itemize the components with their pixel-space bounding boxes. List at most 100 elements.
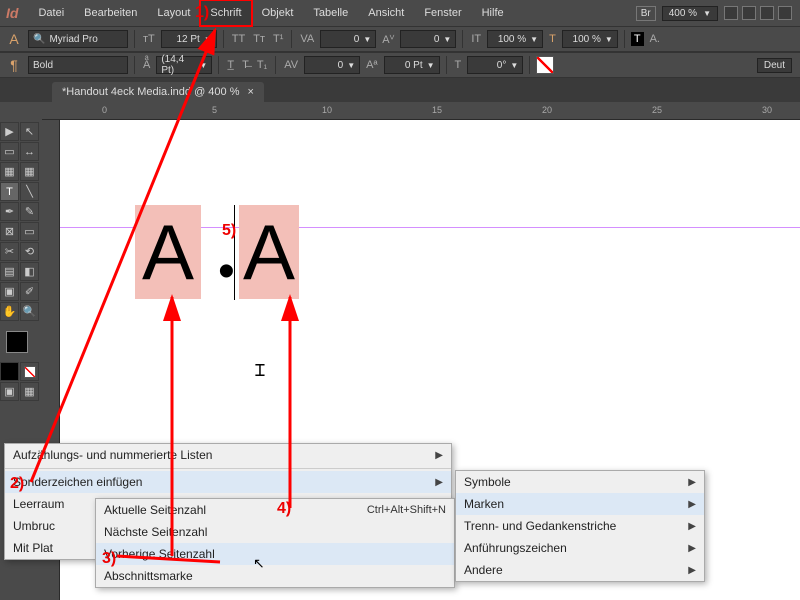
view-mode-icon[interactable] [742, 6, 756, 20]
menu-quotes[interactable]: Anführungszeichen▶ [456, 537, 704, 559]
language-field[interactable]: Deut [757, 58, 792, 73]
free-transform-tool[interactable]: ⟲ [20, 242, 39, 261]
menu-list-bullets[interactable]: Aufzählungs- und nummerierte Listen▶ [5, 444, 451, 466]
document-tab-title: *Handout 4eck Media.indd @ 400 % [62, 86, 240, 98]
rectangle-frame-tool[interactable]: ⊠ [0, 222, 19, 241]
chevron-right-icon: ▶ [688, 565, 696, 576]
preview-view-icon[interactable]: ▦ [20, 382, 39, 401]
apply-color-icon[interactable] [0, 362, 19, 381]
content-collector-tool[interactable]: ▦ [0, 162, 19, 181]
baseline-icon: Aª [364, 59, 379, 71]
menu-current-pagenum[interactable]: Aktuelle SeitenzahlCtrl+Alt+Shift+N [96, 499, 454, 521]
gap-tool[interactable]: ↔ [20, 142, 39, 161]
font-size-icon: тT [141, 33, 157, 45]
gradient-feather-tool[interactable]: ◧ [20, 262, 39, 281]
mouse-pointer-icon: ↖ [253, 555, 265, 572]
annotation-2: 2) [10, 475, 24, 493]
allcaps-icon[interactable]: TT [230, 33, 247, 45]
type-tool[interactable]: T [0, 182, 19, 201]
subscript-icon[interactable]: T₁ [255, 59, 269, 71]
chevron-right-icon: ▶ [688, 543, 696, 554]
line-tool[interactable]: ╲ [20, 182, 39, 201]
chevron-right-icon: ▶ [688, 521, 696, 532]
eyedropper-tool[interactable]: ✐ [20, 282, 39, 301]
pen-tool[interactable]: ✒ [0, 202, 19, 221]
document-tab[interactable]: *Handout 4eck Media.indd @ 400 % × [52, 82, 264, 102]
menu-hilfe[interactable]: Hilfe [472, 0, 514, 26]
scissors-tool[interactable]: ✂ [0, 242, 19, 261]
menu-markers[interactable]: Marken▶ [456, 493, 704, 515]
tracking2-field[interactable]: 0▼ [304, 56, 360, 74]
strike-icon[interactable]: T̶ [240, 59, 251, 71]
annotation-3: 3) [102, 550, 116, 568]
menu-tabelle[interactable]: Tabelle [303, 0, 358, 26]
selection-tool[interactable]: ▶ [0, 122, 19, 141]
pencil-tool[interactable]: ✎ [20, 202, 39, 221]
tracking-icon: Aⱽ [380, 33, 396, 46]
zoom-tool[interactable]: 🔍 [20, 302, 39, 321]
hscale-field[interactable]: 100 %▼ [487, 30, 543, 48]
apply-none-icon[interactable] [20, 362, 39, 381]
vscale-field[interactable]: 100 %▼ [562, 30, 618, 48]
character-mode-icon[interactable]: A [4, 30, 24, 48]
textcolor-icon[interactable]: T [547, 33, 558, 45]
view-mode-icon[interactable] [724, 6, 738, 20]
main-menubar: Id Datei Bearbeiten Layout Schrift Objek… [0, 0, 800, 26]
content-placer-tool[interactable]: ▦ [20, 162, 39, 181]
rectangle-tool[interactable]: ▭ [20, 222, 39, 241]
leading-field[interactable]: (14,4 Pt)▼ [156, 56, 212, 74]
close-icon[interactable]: × [248, 86, 254, 98]
horizontal-ruler: 0 5 10 15 20 25 30 [42, 102, 800, 120]
normal-view-icon[interactable]: ▣ [0, 382, 19, 401]
menu-ansicht[interactable]: Ansicht [358, 0, 414, 26]
submenu-special-categories: Symbole▶ Marken▶ Trenn- und Gedankenstri… [455, 470, 705, 582]
gradient-tool[interactable]: ▤ [0, 262, 19, 281]
menu-prev-pagenum[interactable]: Vorherige Seitenzahl [96, 543, 454, 565]
zoom-value: 400 % [669, 8, 697, 19]
stroke-text-icon[interactable]: A. [648, 33, 662, 45]
superscript-icon[interactable]: T¹ [271, 33, 285, 45]
page-tool[interactable]: ▭ [0, 142, 19, 161]
menu-bearbeiten[interactable]: Bearbeiten [74, 0, 147, 26]
tsume-field[interactable]: 0▼ [400, 30, 456, 48]
skew-icon: T [453, 59, 464, 71]
smallcaps-icon[interactable]: Tᴛ [251, 33, 267, 45]
direct-selection-tool[interactable]: ↖ [20, 122, 39, 141]
bridge-button[interactable]: Br [636, 6, 656, 21]
menu-objekt[interactable]: Objekt [252, 0, 304, 26]
it-field[interactable]: 0°▼ [467, 56, 523, 74]
menu-layout[interactable]: Layout [147, 0, 200, 26]
fill-text-icon[interactable]: T [631, 32, 644, 46]
search-icon[interactable] [760, 6, 774, 20]
paragraph-mode-icon[interactable]: ¶ [4, 56, 24, 74]
underline-icon[interactable]: T̲ [225, 59, 236, 71]
menu-insert-special[interactable]: Sonderzeichen einfügen▶ [5, 471, 451, 493]
menu-datei[interactable]: Datei [28, 0, 74, 26]
menu-next-pagenum[interactable]: Nächste Seitenzahl [96, 521, 454, 543]
annotation-1: 1) [195, 4, 209, 22]
menu-fenster[interactable]: Fenster [414, 0, 471, 26]
menu-other[interactable]: Andere▶ [456, 559, 704, 581]
font-size-field[interactable]: 12 Pt▼ [161, 30, 217, 48]
type-cursor-icon: Ꮖ [255, 363, 266, 381]
baseline-field[interactable]: 0 Pt▼ [384, 56, 440, 74]
font-weight-field[interactable]: Bold [28, 56, 128, 74]
fill-swatch[interactable] [6, 331, 28, 353]
workspace-icon[interactable] [778, 6, 792, 20]
menu-section-marker[interactable]: Abschnittsmarke [96, 565, 454, 587]
menubar-right: Br 400 % ▼ [636, 6, 800, 21]
note-tool[interactable]: ▣ [0, 282, 19, 301]
text-caret [234, 205, 235, 300]
no-stroke-icon[interactable] [536, 56, 554, 74]
master-letter-a-2: A [239, 205, 299, 299]
app-logo: Id [2, 5, 28, 21]
kerning-field[interactable]: 0▼ [320, 30, 376, 48]
document-tabbar: *Handout 4eck Media.indd @ 400 % × [0, 78, 800, 102]
menu-dashes[interactable]: Trenn- und Gedankenstriche▶ [456, 515, 704, 537]
hand-tool[interactable]: ✋ [0, 302, 19, 321]
tracking2-icon: AV [282, 59, 300, 71]
kerning-icon: VA [298, 33, 316, 45]
font-family-field[interactable]: 🔍Myriad Pro [28, 30, 128, 48]
zoom-field[interactable]: 400 % ▼ [662, 6, 718, 21]
menu-symbols[interactable]: Symbole▶ [456, 471, 704, 493]
